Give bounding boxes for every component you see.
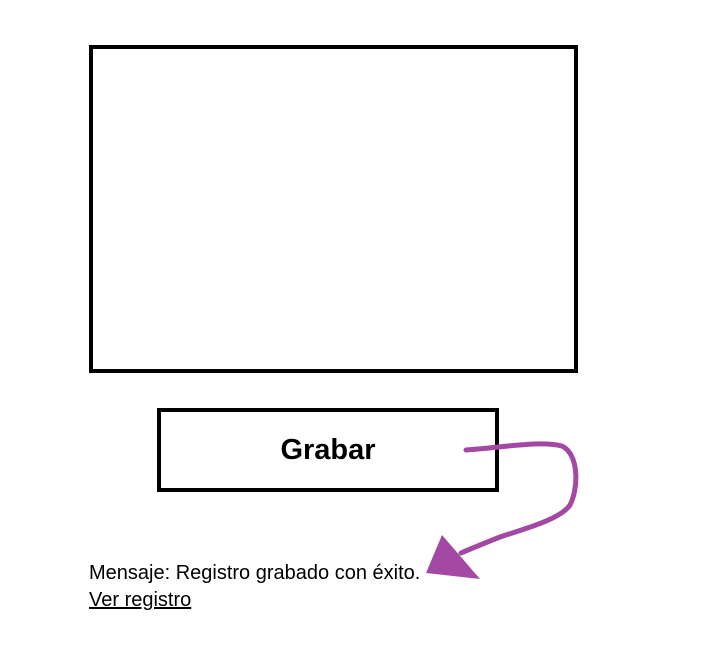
- status-message: Mensaje: Registro grabado con éxito.: [89, 562, 421, 584]
- content-panel: [89, 45, 578, 373]
- ver-registro-link[interactable]: Ver registro: [89, 589, 191, 612]
- grabar-button[interactable]: Grabar: [157, 408, 499, 492]
